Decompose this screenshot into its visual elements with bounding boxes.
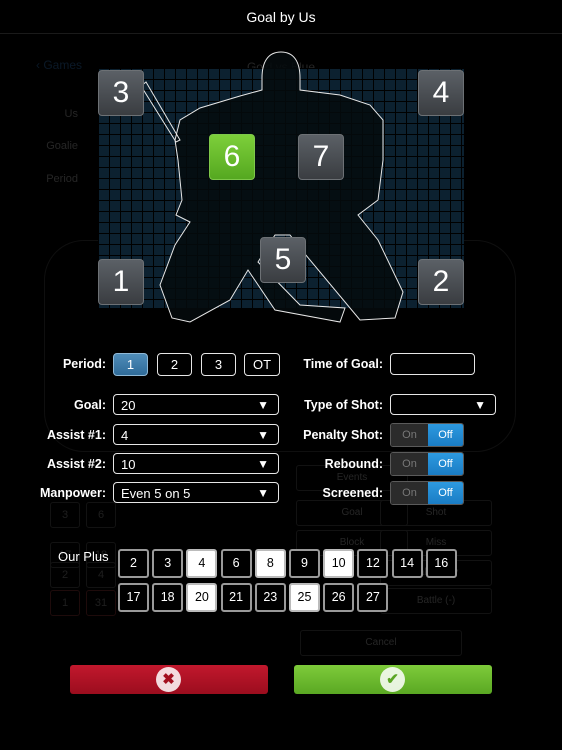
bg-player-cell: 4	[86, 562, 116, 588]
bg-label-period: Period	[46, 173, 78, 185]
assist2-select[interactable]: 10 ▼	[113, 453, 279, 474]
plus-player-14[interactable]: 14	[391, 549, 423, 578]
zone-label: 6	[223, 140, 241, 173]
toggle-off-option[interactable]: Off	[428, 482, 463, 504]
plus-player-16[interactable]: 16	[425, 549, 457, 578]
zone-6[interactable]: 6	[209, 134, 255, 180]
plus-player-4[interactable]: 4	[186, 549, 218, 578]
toggle-off-option[interactable]: Off	[428, 424, 463, 446]
period-2-button[interactable]: 2	[157, 353, 192, 376]
toggle-on-option[interactable]: On	[391, 424, 428, 446]
bg-cancel-button: Cancel	[300, 630, 462, 656]
close-icon: ✖	[156, 667, 181, 692]
zone-label: 4	[432, 76, 450, 109]
plus-player-27[interactable]: 27	[357, 583, 389, 612]
title-bar: Goal by Us	[0, 0, 562, 34]
dropdown-arrow-icon: ▼	[257, 486, 269, 500]
bg-player-cell: 1	[50, 590, 80, 616]
dialog-title: Goal by Us	[246, 9, 316, 25]
type-of-shot-label: Type of Shot:	[304, 398, 383, 412]
toggle-on-option[interactable]: On	[391, 482, 428, 504]
manpower-value: Even 5 on 5	[121, 486, 191, 501]
rebound-toggle[interactable]: On Off	[390, 452, 464, 476]
toggle-on-option[interactable]: On	[391, 453, 428, 475]
checkmark-icon: ✔	[380, 667, 405, 692]
assist2-label: Assist #2:	[46, 457, 106, 471]
toggle-off-option[interactable]: Off	[428, 453, 463, 475]
period-3-button[interactable]: 3	[201, 353, 236, 376]
assist2-value: 10	[121, 457, 136, 472]
rebound-label: Rebound:	[324, 457, 383, 471]
zone-label: 1	[112, 265, 130, 298]
screened-toggle[interactable]: On Off	[390, 481, 464, 505]
zone-4[interactable]: 4	[418, 70, 464, 116]
zone-label: 5	[274, 243, 292, 276]
plus-player-25[interactable]: 25	[289, 583, 320, 612]
zone-5[interactable]: 5	[260, 237, 306, 283]
bg-battle-button: Battle (-)	[380, 588, 492, 614]
plus-player-3[interactable]: 3	[152, 549, 184, 578]
penalty-shot-toggle[interactable]: On Off	[390, 423, 464, 447]
goal-value: 20	[121, 398, 136, 413]
period-label: Period:	[62, 357, 106, 371]
assist1-value: 4	[121, 428, 129, 443]
dropdown-arrow-icon: ▼	[257, 398, 269, 412]
plus-player-18[interactable]: 18	[152, 583, 184, 612]
zone-1[interactable]: 1	[98, 259, 144, 305]
back-link: ‹ Games	[36, 58, 83, 72]
plus-player-9[interactable]: 9	[289, 549, 320, 578]
bg-player-cell: 2	[50, 562, 80, 588]
plus-player-21[interactable]: 21	[220, 583, 252, 612]
time-of-goal-label: Time of Goal:	[303, 357, 383, 371]
screened-label: Screened:	[322, 486, 383, 500]
plus-player-17[interactable]: 17	[118, 583, 149, 612]
our-plus-label: Our Plus	[58, 549, 109, 564]
dropdown-arrow-icon: ▼	[257, 428, 269, 442]
plus-player-23[interactable]: 23	[254, 583, 286, 612]
type-of-shot-select[interactable]: ▼	[390, 394, 496, 415]
zone-label: 7	[312, 140, 330, 173]
plus-player-26[interactable]: 26	[323, 583, 355, 612]
period-1-button[interactable]: 1	[113, 353, 148, 376]
zone-7[interactable]: 7	[298, 134, 344, 180]
assist1-select[interactable]: 4 ▼	[113, 424, 279, 445]
plus-player-6[interactable]: 6	[220, 549, 252, 578]
goal-select[interactable]: 20 ▼	[113, 394, 279, 415]
plus-player-20[interactable]: 20	[186, 583, 218, 612]
time-of-goal-input[interactable]	[390, 353, 475, 375]
assist1-label: Assist #1:	[46, 428, 106, 442]
zone-2[interactable]: 2	[418, 259, 464, 305]
period-ot-button[interactable]: OT	[244, 353, 280, 376]
plus-player-10[interactable]: 10	[323, 549, 355, 578]
bg-player-cell: 6	[86, 502, 116, 528]
zone-label: 3	[112, 76, 130, 109]
cancel-button[interactable]: ✖	[70, 665, 268, 694]
zone-label: 2	[432, 265, 450, 298]
dropdown-arrow-icon: ▼	[257, 457, 269, 471]
dropdown-arrow-icon: ▼	[474, 398, 486, 412]
bg-label-goalie: Goalie	[46, 140, 78, 152]
bg-player-cell: 3	[50, 502, 80, 528]
zone-3[interactable]: 3	[98, 70, 144, 116]
bg-label-us: Us	[64, 108, 78, 120]
bg-player-cell: 31	[86, 590, 116, 616]
confirm-button[interactable]: ✔	[294, 665, 492, 694]
manpower-label: Manpower:	[40, 486, 106, 500]
penalty-shot-label: Penalty Shot:	[303, 428, 383, 442]
plus-player-8[interactable]: 8	[254, 549, 286, 578]
goal-label: Goal:	[74, 398, 106, 412]
manpower-select[interactable]: Even 5 on 5 ▼	[113, 482, 279, 503]
plus-player-2[interactable]: 2	[118, 549, 149, 578]
plus-player-12[interactable]: 12	[357, 549, 389, 578]
